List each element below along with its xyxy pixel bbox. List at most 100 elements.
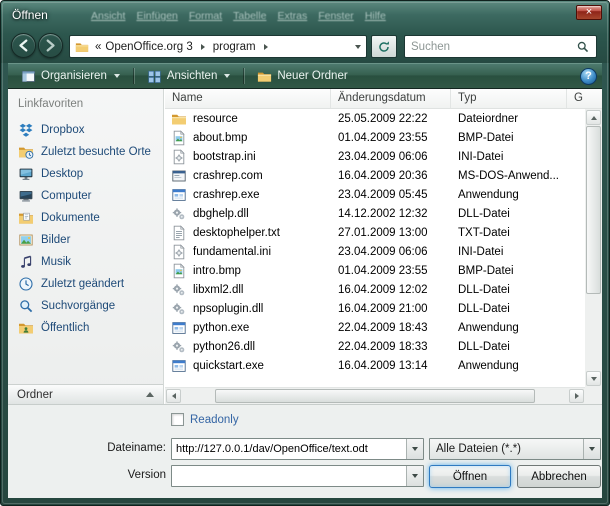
filetype-combobox[interactable]: Alle Dateien (*.*) xyxy=(429,438,601,460)
new-folder-button[interactable]: Neuer Ordner xyxy=(249,66,355,87)
file-name: libxml2.dll xyxy=(193,284,244,296)
version-dropdown-button[interactable] xyxy=(406,466,423,486)
file-type: INI-Datei xyxy=(451,246,567,258)
folder-icon xyxy=(171,111,187,127)
scroll-right-button[interactable] xyxy=(569,389,584,403)
organize-label: Organisieren xyxy=(41,70,107,82)
forward-button[interactable] xyxy=(38,33,63,58)
folders-bar[interactable]: Ordner xyxy=(8,384,163,404)
cancel-button[interactable]: Abbrechen xyxy=(517,465,601,488)
refresh-icon xyxy=(377,40,391,54)
file-name-cell: fundamental.ini xyxy=(165,244,331,260)
favorite-links: Dropbox Zuletzt besuchte Orte Desktop Co… xyxy=(8,119,163,339)
version-input[interactable] xyxy=(172,470,406,482)
breadcrumb-overflow[interactable]: « xyxy=(93,40,103,54)
folders-label: Ordner xyxy=(17,389,53,401)
column-header-date[interactable]: Änderungsdatum xyxy=(331,89,451,108)
scroll-down-button[interactable] xyxy=(586,371,601,386)
file-row[interactable]: about.bmp 01.04.2009 23:55 BMP-Datei xyxy=(165,128,585,147)
file-row[interactable]: crashrep.exe 23.04.2009 05:45 Anwendung xyxy=(165,185,585,204)
organize-button[interactable]: Organisieren xyxy=(13,66,128,87)
filename-input[interactable] xyxy=(172,443,406,455)
file-row[interactable]: intro.bmp 01.04.2009 23:55 BMP-Datei xyxy=(165,261,585,280)
help-button[interactable]: ? xyxy=(580,68,597,85)
filename-combobox[interactable] xyxy=(171,438,424,460)
sidebar-item-label: Dropbox xyxy=(41,124,84,136)
file-date: 16.04.2009 21:00 xyxy=(331,303,451,315)
horizontal-scrollbar[interactable] xyxy=(165,387,585,404)
file-name-cell: crashrep.com xyxy=(165,168,331,184)
file-row[interactable]: fundamental.ini 23.04.2009 06:06 INI-Dat… xyxy=(165,242,585,261)
file-row[interactable]: npsoplugin.dll 16.04.2009 21:00 DLL-Date… xyxy=(165,299,585,318)
file-name: fundamental.ini xyxy=(193,246,271,258)
file-row[interactable]: bootstrap.ini 23.04.2009 06:06 INI-Datei xyxy=(165,147,585,166)
toolbar: Organisieren Ansichten Neuer Ordner ? xyxy=(8,63,602,89)
sidebar-item-music[interactable]: Musik xyxy=(8,251,163,273)
file-date: 23.04.2009 06:06 xyxy=(331,246,451,258)
file-row[interactable]: desktophelper.txt 27.01.2009 13:00 TXT-D… xyxy=(165,223,585,242)
sidebar-item-computer[interactable]: Computer xyxy=(8,185,163,207)
triangle-left-icon xyxy=(172,393,176,399)
search-icon[interactable] xyxy=(576,40,590,54)
close-button[interactable]: × xyxy=(576,5,602,20)
scroll-up-button[interactable] xyxy=(586,110,601,125)
scroll-left-button[interactable] xyxy=(166,389,181,403)
background-menu-item: Tabelle xyxy=(233,10,266,22)
address-bar[interactable]: « OpenOffice.org 3 program xyxy=(69,35,367,58)
version-combobox[interactable] xyxy=(171,465,424,487)
file-name: desktophelper.txt xyxy=(193,227,280,239)
file-row[interactable]: resource 25.05.2009 22:22 Dateiordner xyxy=(165,109,585,128)
sidebar-item-pictures[interactable]: Bilder xyxy=(8,229,163,251)
sidebar-item-searches[interactable]: Suchvorgänge xyxy=(8,295,163,317)
sidebar-item-dropbox[interactable]: Dropbox xyxy=(8,119,163,141)
address-dropdown-icon[interactable] xyxy=(355,45,361,49)
filename-label: Dateiname: xyxy=(48,442,166,454)
file-type: DLL-Datei xyxy=(451,284,567,296)
filename-dropdown-button[interactable] xyxy=(406,439,423,459)
file-name-cell: about.bmp xyxy=(165,130,331,146)
file-type: MS-DOS-Anwend... xyxy=(451,170,567,182)
views-button[interactable]: Ansichten xyxy=(139,66,239,87)
breadcrumb-separator-icon xyxy=(264,44,268,50)
readonly-checkbox[interactable] xyxy=(171,413,184,426)
recent-places-icon xyxy=(18,144,34,160)
search-input[interactable] xyxy=(411,41,576,53)
horizontal-scroll-thumb[interactable] xyxy=(215,389,535,403)
file-row[interactable]: quickstart.exe 16.04.2009 13:14 Anwendun… xyxy=(165,356,585,375)
file-name-cell: quickstart.exe xyxy=(165,358,331,374)
column-header-size[interactable]: G xyxy=(567,89,602,108)
file-row[interactable]: libxml2.dll 16.04.2009 12:02 DLL-Datei xyxy=(165,280,585,299)
ini-file-icon xyxy=(171,149,187,165)
filetype-dropdown-button[interactable] xyxy=(583,439,600,459)
file-row[interactable]: dbghelp.dll 14.12.2002 12:32 DLL-Datei xyxy=(165,204,585,223)
vertical-scrollbar[interactable] xyxy=(585,109,602,387)
sidebar-item-public[interactable]: Öffentlich xyxy=(8,317,163,339)
breadcrumb-segment-program[interactable]: program xyxy=(211,40,258,54)
exe-file-icon xyxy=(171,358,187,374)
search-box[interactable] xyxy=(404,35,597,58)
sidebar-item-recent-changed[interactable]: Zuletzt geändert xyxy=(8,273,163,295)
titlebar: Öffnen AnsichtEinfügenFormatTabelleExtra… xyxy=(1,1,609,29)
refresh-button[interactable] xyxy=(371,35,397,58)
open-button[interactable]: Öffnen xyxy=(429,465,511,488)
new-folder-icon xyxy=(257,69,272,84)
file-row[interactable]: python26.dll 22.04.2009 18:33 DLL-Datei xyxy=(165,337,585,356)
folder-icon xyxy=(75,40,89,54)
organize-icon xyxy=(21,69,36,84)
sidebar-item-documents[interactable]: Dokumente xyxy=(8,207,163,229)
sidebar-item-recent-places[interactable]: Zuletzt besuchte Orte xyxy=(8,141,163,163)
sidebar-item-desktop[interactable]: Desktop xyxy=(8,163,163,185)
vertical-scroll-thumb[interactable] xyxy=(586,126,601,294)
file-date: 22.04.2009 18:43 xyxy=(331,322,451,334)
arrow-left-icon xyxy=(15,37,32,54)
background-menu-item: Format xyxy=(189,10,222,22)
back-button[interactable] xyxy=(11,33,36,58)
file-list: Name Änderungsdatum Typ G resource 25.05… xyxy=(165,89,602,404)
breadcrumb-segment-openoffice[interactable]: OpenOffice.org 3 xyxy=(103,40,194,54)
file-date: 16.04.2009 20:36 xyxy=(331,170,451,182)
column-header-name[interactable]: Name xyxy=(165,89,331,108)
file-name: crashrep.exe xyxy=(193,189,259,201)
file-row[interactable]: python.exe 22.04.2009 18:43 Anwendung xyxy=(165,318,585,337)
file-row[interactable]: crashrep.com 16.04.2009 20:36 MS-DOS-Anw… xyxy=(165,166,585,185)
column-header-type[interactable]: Typ xyxy=(451,89,567,108)
